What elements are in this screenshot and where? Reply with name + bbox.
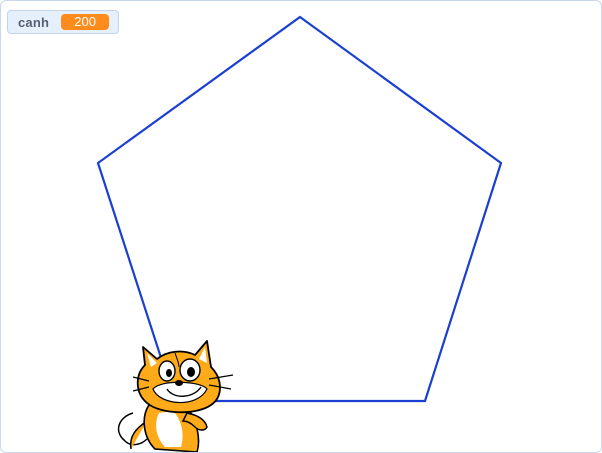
stage[interactable]: canh 200 <box>0 0 602 453</box>
scratch-cat-icon[interactable] <box>117 340 234 452</box>
pentagon-pen-trail <box>96 15 503 403</box>
pen-drawing <box>96 15 503 452</box>
